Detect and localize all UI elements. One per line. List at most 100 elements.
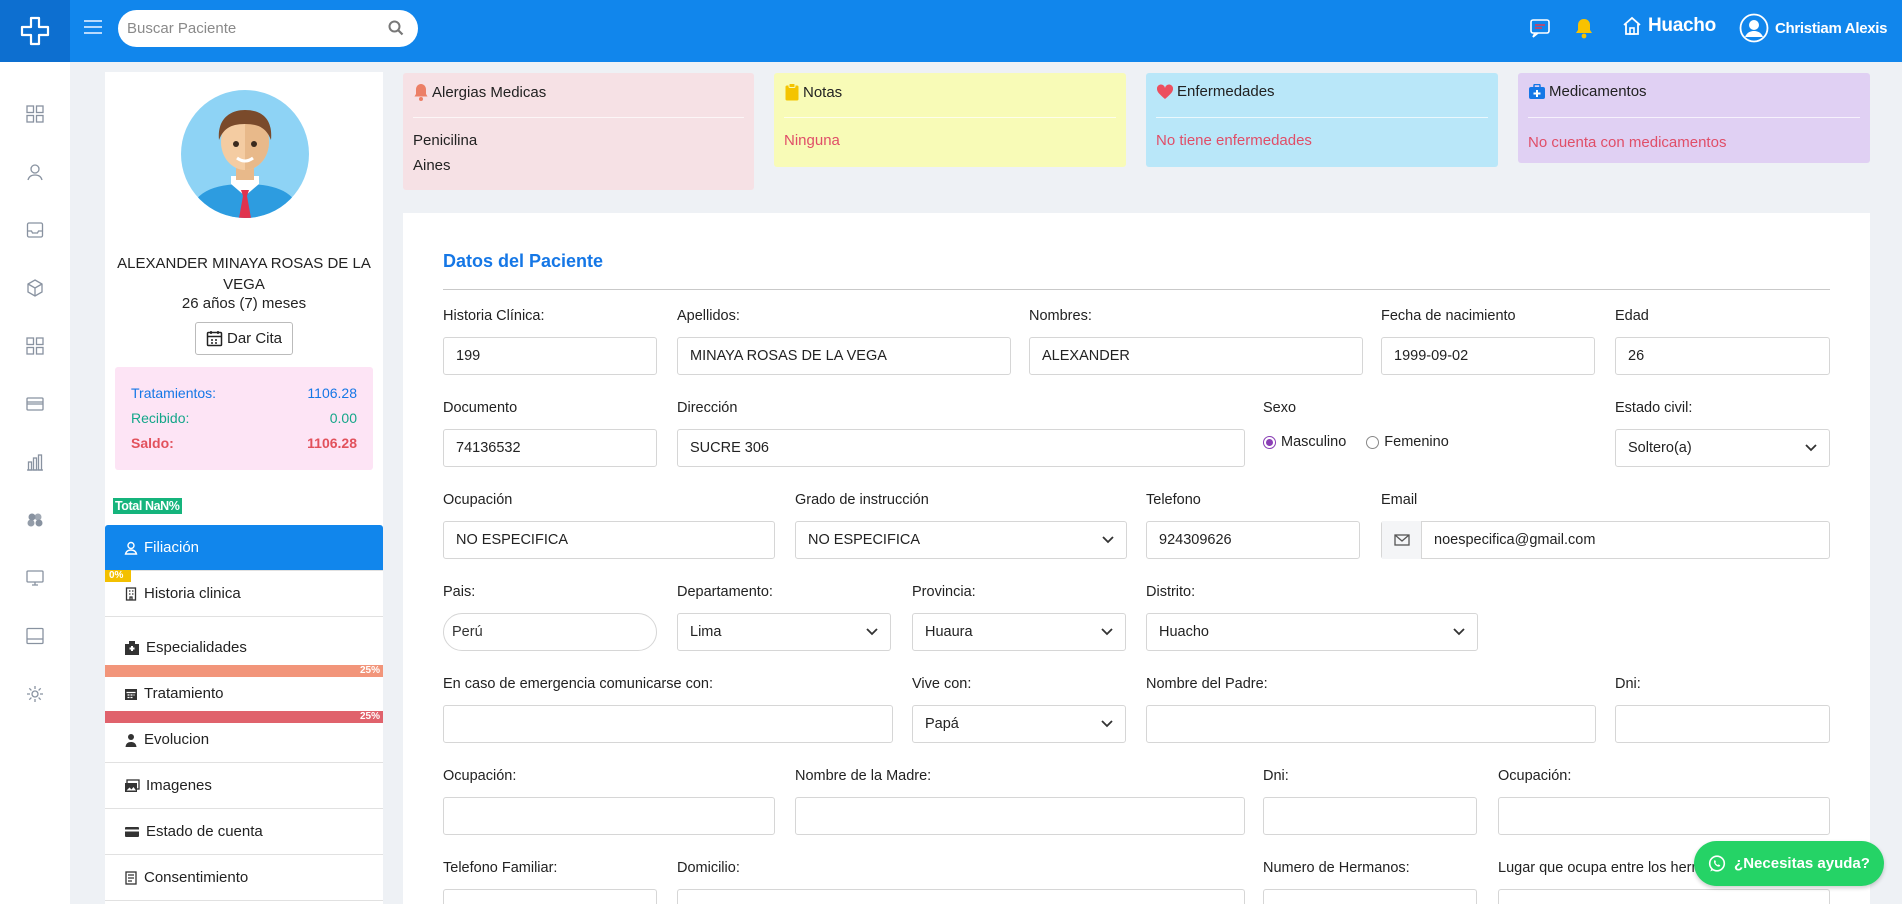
gear-icon[interactable] <box>26 685 44 703</box>
nombres-input[interactable]: ALEXANDER <box>1029 337 1363 375</box>
grado-field: Grado de instrucción NO ESPECIFICA <box>795 490 1127 559</box>
bar-chart-icon[interactable] <box>26 453 44 471</box>
vive-con-select[interactable]: Papá <box>912 705 1126 743</box>
hermanos-input[interactable] <box>1263 889 1477 904</box>
inbox-icon[interactable] <box>26 221 44 239</box>
ocupacion-padre-input[interactable] <box>443 797 775 835</box>
credit-card-icon[interactable] <box>26 395 44 413</box>
padre-input[interactable] <box>1146 705 1596 743</box>
nav-label: Evolucion <box>144 731 210 748</box>
edad-label: Edad <box>1615 308 1649 324</box>
domicilio-input[interactable] <box>677 889 1245 904</box>
patient-nav: Filiación 0% Historia clinica Especialid… <box>105 525 383 901</box>
edad-field: Edad 26 <box>1615 306 1830 375</box>
provincia-select[interactable]: Huaura <box>912 613 1126 651</box>
email-label: Email <box>1381 492 1418 508</box>
dni-padre-input[interactable] <box>1615 705 1830 743</box>
estado-civil-select[interactable]: Soltero(a) <box>1615 429 1830 467</box>
allergy-item: Penicilina <box>413 132 478 149</box>
user-menu[interactable]: Christiam Alexis <box>1739 13 1888 43</box>
departamento-label: Departamento: <box>677 584 773 600</box>
bell-icon <box>413 83 429 101</box>
madre-input[interactable] <box>795 797 1245 835</box>
hamburger-menu-icon[interactable] <box>82 17 104 37</box>
distrito-select[interactable]: Huacho <box>1146 613 1478 651</box>
departamento-select[interactable]: Lima <box>677 613 891 651</box>
ocupacion-input[interactable]: NO ESPECIFICA <box>443 521 775 559</box>
search-box <box>118 10 418 47</box>
box-icon[interactable] <box>26 279 44 297</box>
fecha-label: Fecha de nacimiento <box>1381 308 1516 324</box>
nav-item-consentimiento[interactable]: Consentimiento <box>105 855 383 901</box>
dar-cita-button[interactable]: Dar Cita <box>195 322 293 355</box>
nav-item-estado-de-cuenta[interactable]: Estado de cuenta <box>105 809 383 855</box>
apellidos-input[interactable]: MINAYA ROSAS DE LA VEGA <box>677 337 1011 375</box>
emergencia-input[interactable] <box>443 705 893 743</box>
grado-value: NO ESPECIFICA <box>808 532 920 548</box>
direccion-input[interactable]: SUCRE 306 <box>677 429 1245 467</box>
nav-item-historia-clinica[interactable]: 0% Historia clinica <box>105 570 383 617</box>
vive-con-value: Papá <box>925 716 959 732</box>
branch-selector[interactable]: Huacho <box>1622 15 1716 37</box>
monitor-icon[interactable] <box>26 569 44 587</box>
dar-cita-label: Dar Cita <box>226 330 282 347</box>
search-icon[interactable] <box>388 20 404 36</box>
provincia-label: Provincia: <box>912 584 976 600</box>
chat-icon[interactable] <box>1528 16 1552 40</box>
chevron-down-icon <box>1805 444 1817 452</box>
telefono-input[interactable]: 924309626 <box>1146 521 1360 559</box>
tablet-icon[interactable] <box>26 627 44 645</box>
clinic-icon[interactable] <box>26 511 44 529</box>
images-icon <box>124 778 140 793</box>
diseases-value: No tiene enfermedades <box>1156 132 1312 149</box>
fecha-input[interactable]: 1999-09-02 <box>1381 337 1595 375</box>
chevron-down-icon <box>1453 628 1465 636</box>
medications-card: Medicamentos No cuenta con medicamentos <box>1518 73 1870 163</box>
nav-item-evolucion[interactable]: 25% Evolucion <box>105 711 383 763</box>
emergencia-field: En caso de emergencia comunicarse con: <box>443 674 893 743</box>
notes-title: Notas <box>803 83 843 101</box>
user-avatar-icon <box>1739 13 1769 43</box>
estado-civil-label: Estado civil: <box>1615 400 1693 416</box>
nav-item-filiacion[interactable]: Filiación <box>105 525 383 571</box>
search-input[interactable] <box>118 10 368 47</box>
edad-input[interactable]: 26 <box>1615 337 1830 375</box>
hermanos-label: Numero de Hermanos: <box>1263 860 1410 876</box>
medical-cross-icon[interactable] <box>0 0 70 62</box>
femenino-radio[interactable] <box>1366 435 1380 449</box>
bell-icon[interactable] <box>1574 17 1594 39</box>
nav-item-imagenes[interactable]: Imagenes <box>105 763 383 809</box>
email-value: noespecifica@gmail.com <box>1434 532 1596 548</box>
telefono-familiar-field: Telefono Familiar: <box>443 858 657 904</box>
masculino-label: Masculino <box>1281 434 1347 450</box>
balance-summary: Tratamientos: 1106.28 Recibido: 0.00 Saldo… <box>115 367 373 470</box>
patient-profile-card: ALEXANDER MINAYA ROSAS DE LA VEGA 26 año… <box>105 72 383 904</box>
direccion-field: Dirección SUCRE 306 <box>677 398 1245 467</box>
top-bar: Huacho Christiam Alexis <box>0 0 1902 62</box>
doctor-icon <box>124 733 138 747</box>
documento-input[interactable]: 74136532 <box>443 429 657 467</box>
telefono-label: Telefono <box>1146 492 1201 508</box>
whatsapp-help-button[interactable]: ¿Necesitas ayuda? <box>1694 841 1884 886</box>
lugar-hermanos-input[interactable] <box>1498 889 1830 904</box>
madre-field: Nombre de la Madre: <box>795 766 1245 835</box>
chevron-down-icon <box>866 628 878 636</box>
pais-input[interactable]: Perú <box>443 613 657 651</box>
grado-label: Grado de instrucción <box>795 492 929 508</box>
grado-select[interactable]: NO ESPECIFICA <box>795 521 1127 559</box>
nav-label: Especialidades <box>146 639 247 656</box>
dni-madre-input[interactable] <box>1263 797 1477 835</box>
documento-label: Documento <box>443 400 518 416</box>
historia-input[interactable]: 199 <box>443 337 657 375</box>
telefono-familiar-input[interactable] <box>443 889 657 904</box>
dashboard-icon[interactable] <box>26 105 44 123</box>
balance-value: 1106.28 <box>307 435 357 451</box>
hermanos-field: Numero de Hermanos: <box>1263 858 1477 904</box>
vive-con-label: Vive con: <box>912 676 972 692</box>
apps-icon[interactable] <box>26 337 44 355</box>
patient-icon[interactable] <box>26 163 44 181</box>
pais-field: Pais: Perú <box>443 582 657 651</box>
ocupacion-madre-input[interactable] <box>1498 797 1830 835</box>
masculino-radio[interactable] <box>1263 435 1276 449</box>
email-input[interactable]: noespecifica@gmail.com <box>1381 521 1830 559</box>
